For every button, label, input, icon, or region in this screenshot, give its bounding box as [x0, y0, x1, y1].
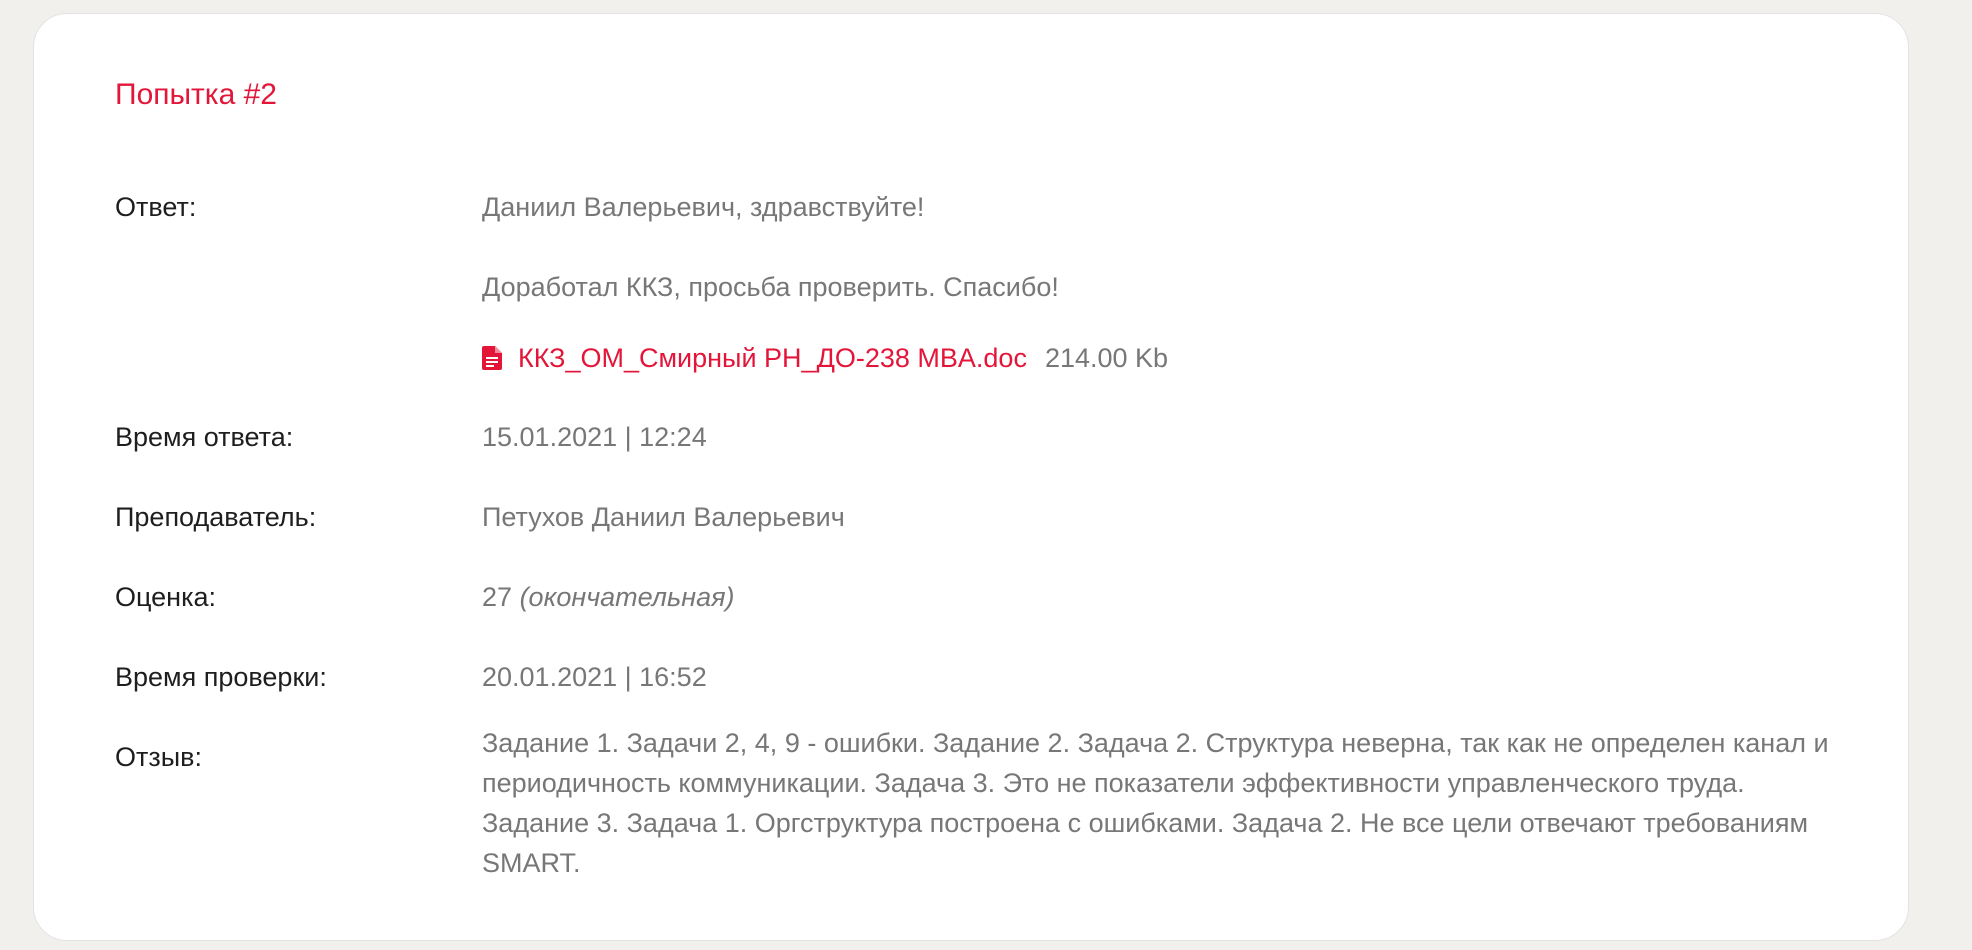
grade-label: Оценка:	[115, 582, 217, 612]
feedback-value: Задание 1. Задачи 2, 4, 9 - ошибки. Зада…	[482, 728, 1829, 878]
answer-time-label: Время ответа:	[115, 422, 294, 452]
answer-label: Ответ:	[115, 192, 197, 222]
attempt-card: Попытка #2 Ответ: Даниил Валерьевич, здр…	[33, 13, 1909, 941]
answer-time-value: 15.01.2021 | 12:24	[482, 422, 707, 452]
answer-greeting: Даниил Валерьевич, здравствуйте!	[482, 192, 925, 222]
attachment-link[interactable]: ККЗ_ОМ_Смирный РН_ДО-238 MBA.doc	[518, 340, 1027, 376]
check-time-label: Время проверки:	[115, 662, 327, 692]
grade-field: 27 (окончательная)	[482, 579, 735, 615]
feedback-label: Отзыв:	[115, 742, 202, 772]
check-time-value: 20.01.2021 | 16:52	[482, 662, 707, 692]
grade-value: 27	[482, 582, 513, 612]
answer-text: Доработал ККЗ, просьба проверить. Спасиб…	[482, 272, 1059, 302]
teacher-value: Петухов Даниил Валерьевич	[482, 502, 845, 532]
attachment-row: ККЗ_ОМ_Смирный РН_ДО-238 MBA.doc 214.00 …	[482, 338, 1168, 378]
grade-note: (окончательная)	[519, 582, 735, 612]
attachment-size: 214.00 Kb	[1044, 343, 1169, 373]
teacher-label: Преподаватель:	[115, 502, 317, 532]
attempt-title: Попытка #2	[115, 78, 277, 111]
document-icon[interactable]	[482, 346, 502, 370]
